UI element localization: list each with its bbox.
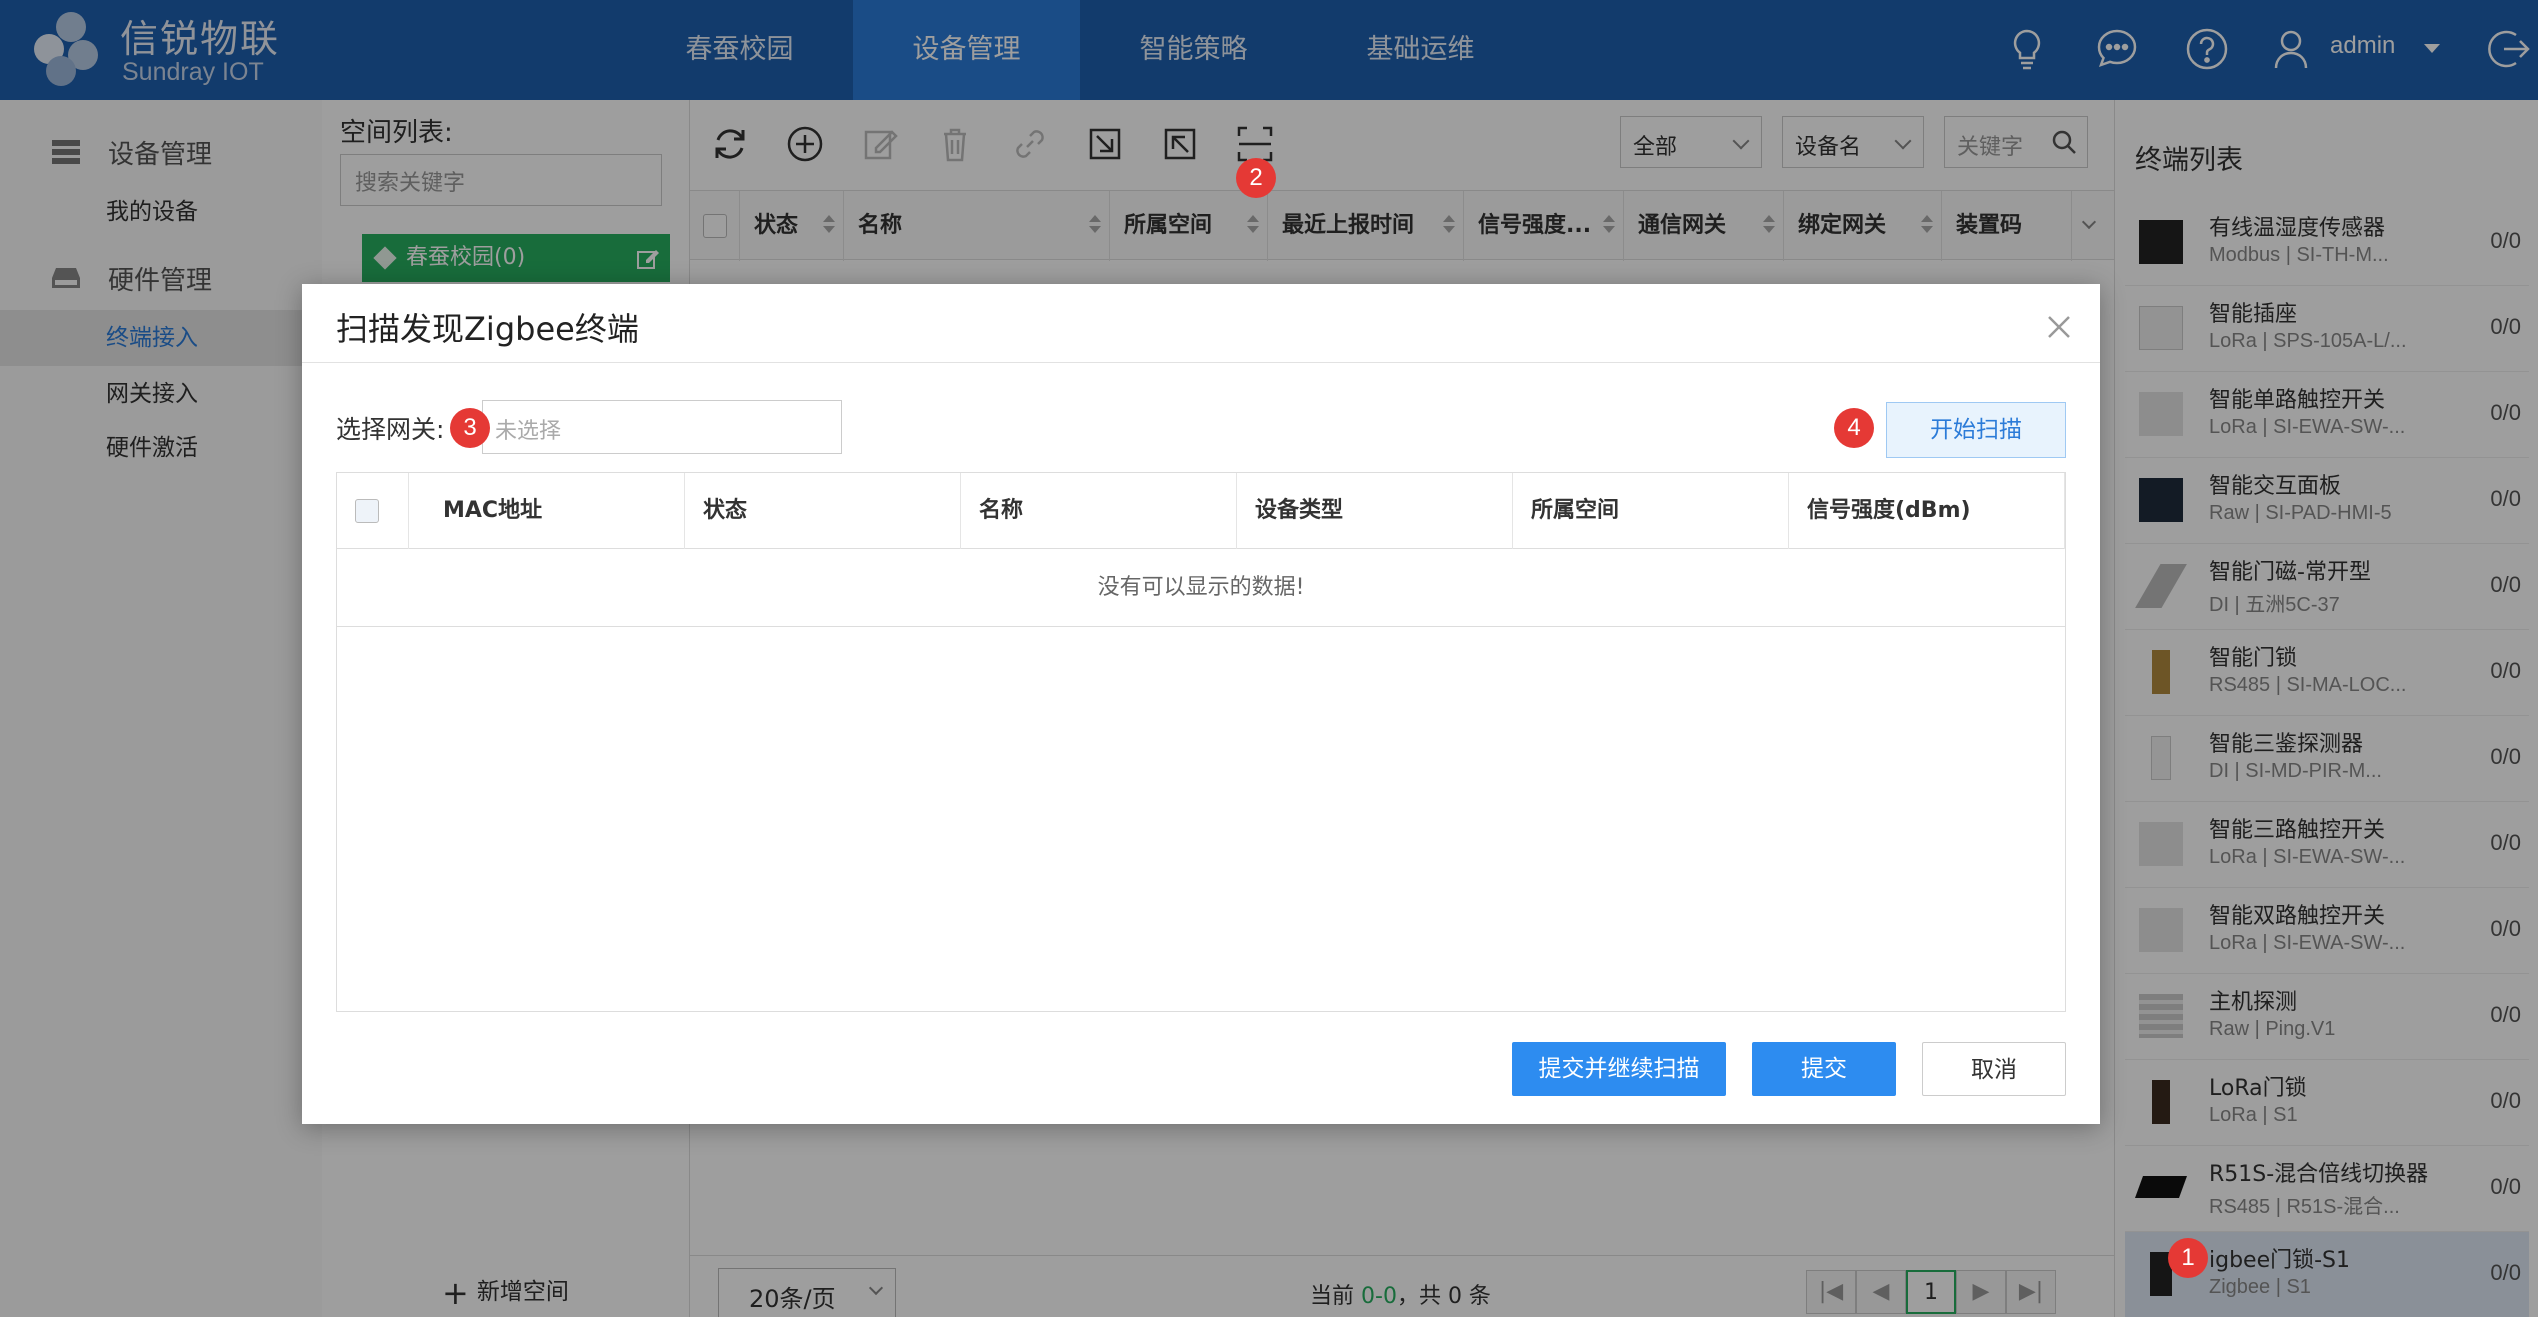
- gateway-select[interactable]: 未选择: [482, 400, 842, 454]
- select-all-cell: [337, 473, 409, 549]
- column-header-device-type: 设备类型: [1237, 473, 1513, 549]
- column-header-status: 状态: [685, 473, 961, 549]
- column-header-space: 所属空间: [1513, 473, 1789, 549]
- column-header-signal-dbm: 信号强度(dBm): [1789, 473, 2065, 549]
- submit-and-continue-button[interactable]: 提交并继续扫描: [1512, 1042, 1726, 1096]
- cancel-button[interactable]: 取消: [1922, 1042, 2066, 1096]
- column-header-name: 名称: [961, 473, 1237, 549]
- gateway-label: 选择网关:: [336, 415, 445, 444]
- annotation-badge-2: 2: [1236, 158, 1276, 198]
- column-header-mac: MAC地址: [409, 473, 685, 549]
- select-all-checkbox[interactable]: [355, 499, 379, 523]
- annotation-badge-4: 4: [1834, 408, 1874, 448]
- close-icon[interactable]: [2046, 314, 2072, 340]
- annotation-badge-3: 3: [450, 408, 490, 448]
- dialog-title: 扫描发现Zigbee终端: [336, 310, 639, 348]
- scan-table-header: MAC地址 状态 名称 设备类型 所属空间 信号强度(dBm): [337, 473, 2065, 549]
- zigbee-scan-dialog: 扫描发现Zigbee终端 选择网关: 未选择 开始扫描 MAC地址 状态 名称 …: [302, 284, 2100, 1124]
- dialog-divider: [302, 362, 2100, 363]
- submit-button[interactable]: 提交: [1752, 1042, 1896, 1096]
- annotation-badge-1: 1: [2168, 1238, 2208, 1278]
- scan-result-table: MAC地址 状态 名称 设备类型 所属空间 信号强度(dBm) 没有可以显示的数…: [336, 472, 2066, 1012]
- start-scan-button[interactable]: 开始扫描: [1886, 402, 2066, 458]
- empty-state: 没有可以显示的数据!: [337, 549, 2065, 627]
